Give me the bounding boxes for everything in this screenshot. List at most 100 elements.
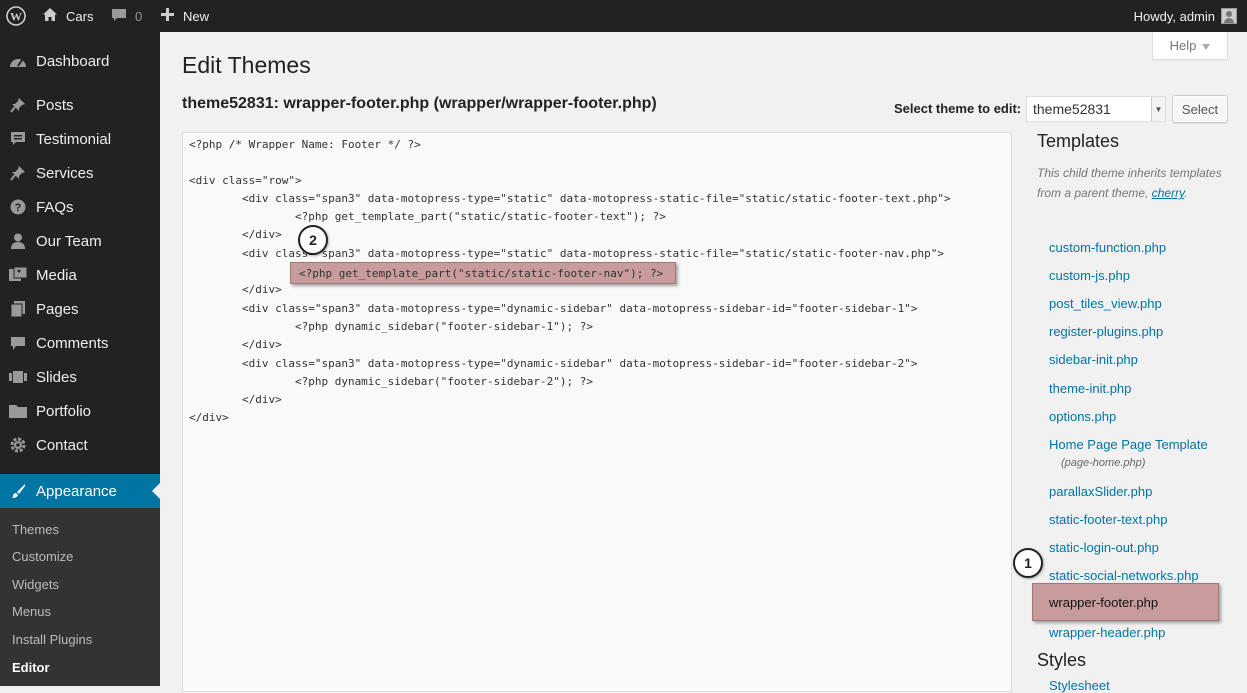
parent-theme-link[interactable]: cherry	[1152, 186, 1184, 200]
plus-icon	[161, 8, 174, 24]
comments-link[interactable]: 0	[111, 0, 142, 32]
page-title: Edit Themes	[182, 52, 311, 78]
template-link[interactable]: sidebar-init.php	[1049, 350, 1138, 368]
template-link[interactable]: static-login-out.php	[1049, 538, 1159, 556]
template-link[interactable]: register-plugins.php	[1049, 322, 1163, 340]
submenu-widgets[interactable]: Widgets	[12, 574, 59, 594]
gear-icon	[8, 435, 28, 455]
inherit-note-text: This child theme inherits templates from…	[1037, 166, 1222, 200]
sidebar-item-testimonial[interactable]: Testimonial	[0, 122, 160, 156]
styles-heading: Styles	[1037, 650, 1087, 670]
theme-select[interactable]: theme52831 ▼	[1026, 96, 1166, 122]
code-line: </div>	[189, 338, 282, 351]
slides-icon	[8, 367, 28, 387]
submenu-install-plugins[interactable]: Install Plugins	[12, 629, 92, 649]
folder-icon	[8, 401, 28, 421]
sidebar-item-faqs[interactable]: ? FAQs	[0, 190, 160, 224]
sidebar-label: Posts	[36, 96, 74, 114]
chevron-down-icon: ▼	[1151, 97, 1165, 121]
submenu-menus[interactable]: Menus	[12, 601, 51, 621]
callout-two: 2	[298, 225, 328, 255]
template-link[interactable]: wrapper-header.php	[1049, 623, 1165, 641]
help-tab-button[interactable]: Help	[1152, 32, 1228, 60]
sidebar-item-dashboard[interactable]: Dashboard	[0, 44, 160, 78]
callout-one: 1	[1013, 548, 1043, 578]
template-link-home-page[interactable]: Home Page Page Template	[1049, 435, 1208, 453]
templates-heading: Templates	[1037, 131, 1120, 151]
template-link[interactable]: post_tiles_view.php	[1049, 294, 1162, 312]
template-link[interactable]: parallaxSlider.php	[1049, 482, 1152, 500]
current-template-file[interactable]: wrapper-footer.php	[1032, 583, 1219, 621]
new-content-link[interactable]: New	[161, 0, 209, 32]
sidebar-label: FAQs	[36, 198, 74, 216]
sidebar-item-pages[interactable]: Pages	[0, 292, 160, 326]
help-label: Help	[1169, 38, 1197, 53]
inherit-note-end: .	[1184, 186, 1188, 200]
svg-text:?: ?	[15, 202, 22, 214]
sidebar-item-appearance[interactable]: Appearance	[0, 474, 160, 508]
sidebar-label: Portfolio	[36, 402, 92, 420]
home-icon	[42, 7, 58, 25]
template-link[interactable]: custom-function.php	[1049, 238, 1166, 256]
template-link[interactable]: theme-init.php	[1049, 379, 1131, 397]
admin-bar: W Cars 0 New Howdy, admin	[0, 0, 1247, 32]
file-title: theme52831: wrapper-footer.php (wrapper/…	[182, 95, 657, 112]
sidebar-label: Comments	[36, 334, 109, 352]
theme-select-value: theme52831	[1033, 101, 1111, 117]
sidebar-label: Testimonial	[36, 130, 112, 148]
comment-icon	[8, 333, 28, 353]
sidebar-label: Services	[36, 164, 94, 182]
sidebar-item-portfolio[interactable]: Portfolio	[0, 394, 160, 428]
brush-icon	[8, 481, 28, 501]
admin-sidebar: Dashboard Posts Testimonial Services ? F…	[0, 32, 160, 686]
sidebar-item-posts[interactable]: Posts	[0, 88, 160, 122]
code-line: <div class="row">	[189, 174, 302, 187]
triangle-down-icon	[1202, 38, 1211, 53]
appearance-submenu: Themes Customize Widgets Menus Install P…	[0, 508, 160, 686]
code-line: </div>	[189, 411, 229, 424]
template-filename-note: (page-home.php)	[1061, 457, 1146, 469]
inherit-note: This child theme inherits templates from…	[1037, 163, 1237, 203]
sidebar-item-comments[interactable]: Comments	[0, 326, 160, 360]
template-link[interactable]: static-social-networks.php	[1049, 566, 1199, 584]
code-line: <div class="span3" data-motopress-type="…	[189, 357, 918, 370]
pin-icon	[8, 95, 28, 115]
sidebar-item-media[interactable]: Media	[0, 258, 160, 292]
code-line: <?php get_template_part("static/static-f…	[189, 210, 666, 223]
submenu-customize[interactable]: Customize	[12, 546, 73, 566]
sidebar-item-contact[interactable]: Contact	[0, 428, 160, 462]
comment-count: 0	[135, 8, 143, 24]
howdy-label: Howdy, admin	[1133, 8, 1215, 24]
code-line: <div class="span3" data-motopress-type="…	[189, 302, 918, 315]
svg-text:W: W	[10, 10, 22, 24]
sidebar-item-services[interactable]: Services	[0, 156, 160, 190]
highlighted-code-line: <?php get_template_part("static/static-f…	[290, 262, 676, 284]
select-theme-label: Select theme to edit:	[894, 101, 1022, 116]
sidebar-label: Dashboard	[36, 52, 110, 70]
media-icon	[8, 265, 28, 285]
sidebar-item-our-team[interactable]: Our Team	[0, 224, 160, 258]
template-link[interactable]: custom-js.php	[1049, 266, 1130, 284]
new-label: New	[183, 8, 210, 24]
code-line: <?php dynamic_sidebar("footer-sidebar-1"…	[189, 320, 593, 333]
sidebar-label: Media	[36, 266, 77, 284]
site-name-link[interactable]: Cars	[42, 0, 93, 32]
sidebar-label: Our Team	[36, 232, 102, 250]
template-link[interactable]: options.php	[1049, 407, 1116, 425]
sidebar-label: Slides	[36, 368, 77, 386]
select-button[interactable]: Select	[1172, 95, 1228, 123]
comment-list-icon	[8, 129, 28, 149]
pages-icon	[8, 299, 28, 319]
template-link[interactable]: static-footer-text.php	[1049, 510, 1168, 528]
question-icon: ?	[8, 197, 28, 217]
code-editor-textarea[interactable]: <?php /* Wrapper Name: Footer */ ?> <div…	[182, 132, 1012, 692]
submenu-themes[interactable]: Themes	[12, 519, 59, 539]
account-menu[interactable]: Howdy, admin	[1134, 0, 1237, 32]
sidebar-label: Pages	[36, 300, 79, 318]
pin-icon	[8, 163, 28, 183]
submenu-editor[interactable]: Editor	[12, 657, 50, 677]
wordpress-logo-icon[interactable]: W	[6, 0, 28, 32]
code-line: <?php /* Wrapper Name: Footer */ ?>	[189, 138, 421, 151]
sidebar-item-slides[interactable]: Slides	[0, 360, 160, 394]
code-line: </div>	[189, 228, 282, 241]
